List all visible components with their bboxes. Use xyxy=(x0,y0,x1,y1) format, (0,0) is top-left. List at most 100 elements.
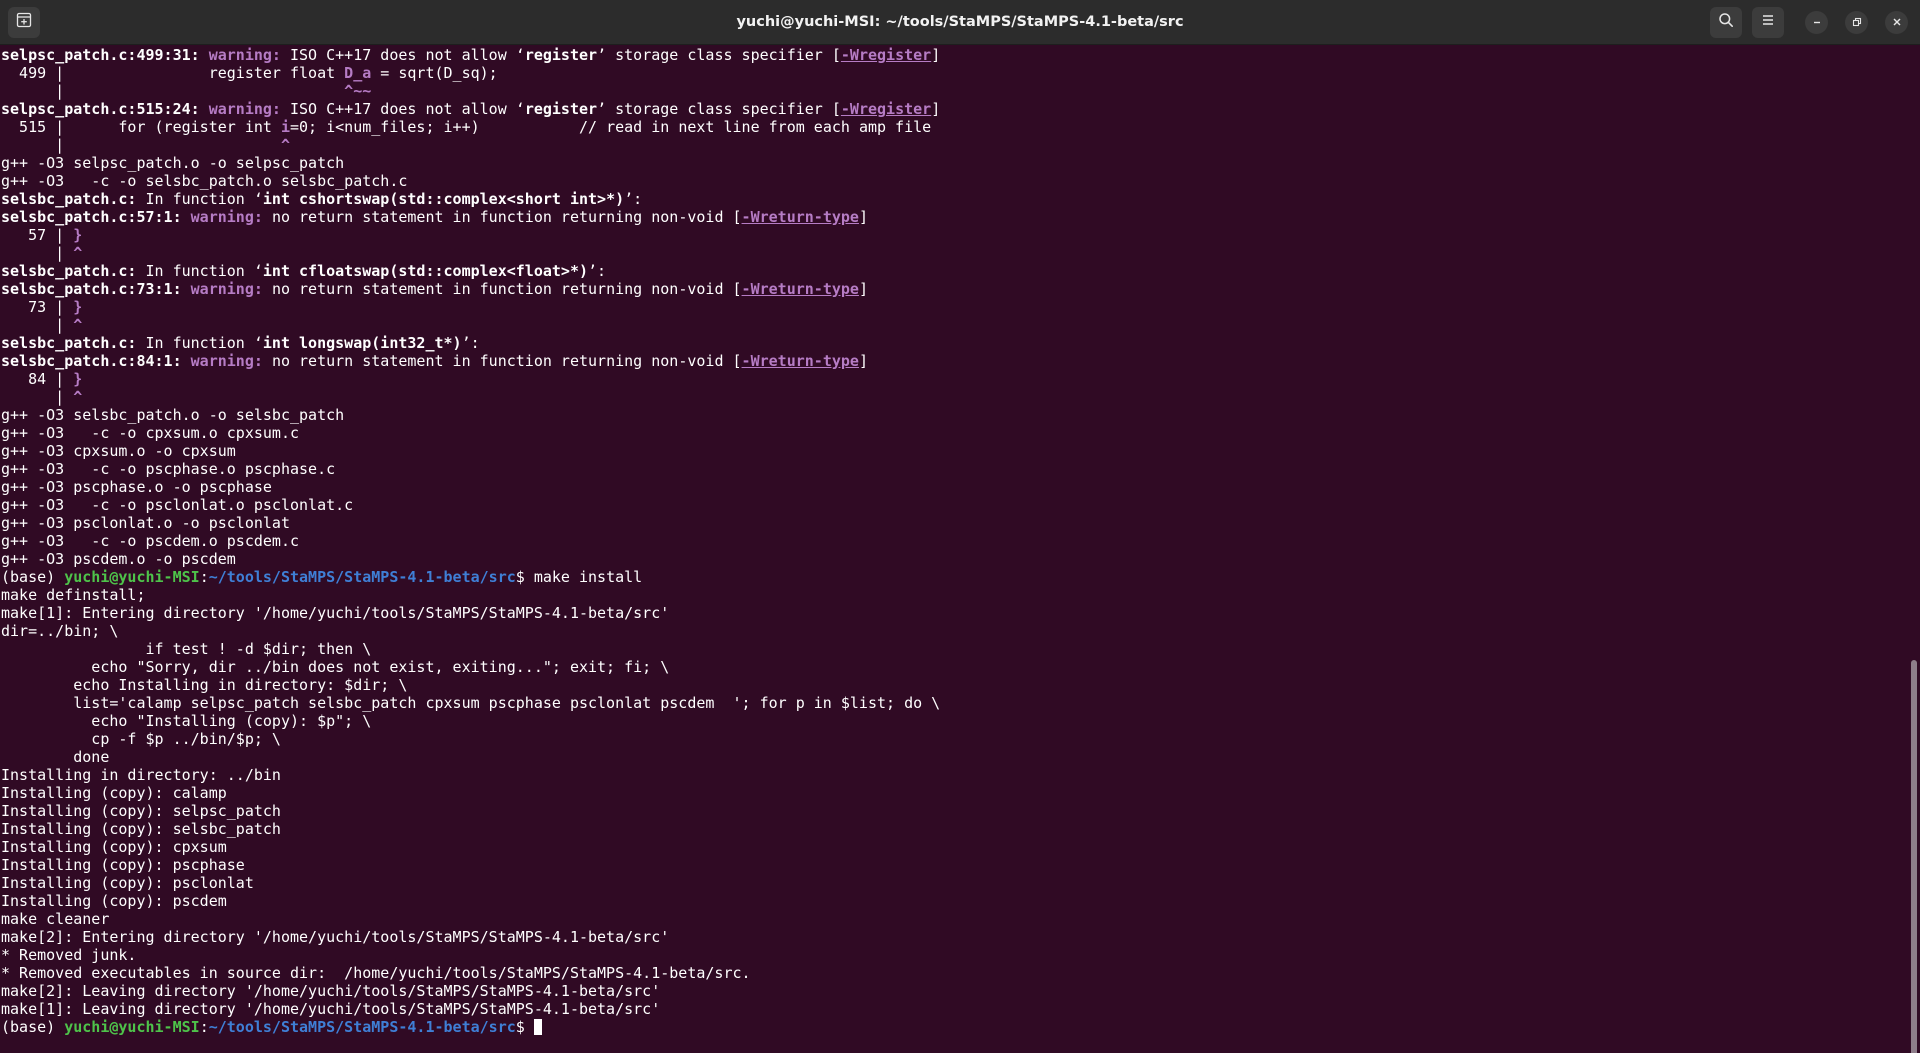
terminal-line: make definstall; xyxy=(1,586,146,604)
terminal-text-segment: 499 | register float xyxy=(1,64,345,82)
terminal-line: selsbc_patch.c:84:1: warning: no return … xyxy=(1,352,868,370)
terminal-line: Installing (copy): pscdem xyxy=(1,892,227,910)
terminal-text-segment: ’: xyxy=(624,190,643,208)
new-tab-button[interactable] xyxy=(8,7,40,38)
close-button[interactable] xyxy=(1885,11,1908,34)
terminal-text-segment: int cfloatswap(std::complex<float>*) xyxy=(262,262,589,280)
terminal-text-segment: =0; i<num_files; i++) // read in next li… xyxy=(290,118,932,136)
terminal-text-segment: $ make install xyxy=(515,568,643,586)
terminal-text-segment: g++ -O3 -c -o cpxsum.o cpxsum.c xyxy=(1,424,300,442)
terminal-text-segment: g++ -O3 -c -o selsbc_patch.o selsbc_patc… xyxy=(1,172,408,190)
close-icon xyxy=(1892,14,1902,32)
terminal-line: 57 | } xyxy=(1,226,82,244)
terminal-line: Installing (copy): cpxsum xyxy=(1,838,227,856)
terminal-line: selsbc_patch.c: In function ‘int cshorts… xyxy=(1,190,642,208)
terminal-text-segment: $ xyxy=(515,1018,534,1036)
terminal-line: make cleaner xyxy=(1,910,109,928)
terminal-text-segment: g++ -O3 -c -o pscdem.o pscdem.c xyxy=(1,532,300,550)
terminal-text-segment: selsbc_patch.c:57:1: xyxy=(1,208,191,226)
terminal-text-segment: : xyxy=(199,1018,209,1036)
scrollbar-thumb[interactable] xyxy=(1911,660,1917,1053)
terminal-text-segment: ^ xyxy=(73,316,83,334)
terminal-line: 84 | } xyxy=(1,370,82,388)
terminal-text-segment: ISO C++17 does not allow ‘ xyxy=(290,100,525,118)
terminal-text-segment: Installing (copy): pscphase xyxy=(1,856,245,874)
terminal-text-segment: selsbc_patch.c: xyxy=(1,334,137,352)
minimize-icon xyxy=(1812,14,1822,32)
terminal-line: Installing (copy): psclonlat xyxy=(1,874,254,892)
terminal-text-segment: int longswap(int32_t*) xyxy=(262,334,462,352)
terminal-text-segment: yuchi@yuchi-MSI xyxy=(64,1018,200,1036)
terminal-line: echo Installing in directory: $dir; \ xyxy=(1,676,407,694)
maximize-button[interactable] xyxy=(1845,11,1868,34)
terminal-text-segment: : xyxy=(199,568,209,586)
terminal-text-segment: ’ storage class specifier [ xyxy=(597,100,841,118)
terminal-text-segment: g++ -O3 psclonlat.o -o psclonlat xyxy=(1,514,290,532)
terminal-line: | ^ xyxy=(1,388,82,406)
terminal-text-segment: cp -f $p ../bin/$p; \ xyxy=(1,730,281,748)
terminal-text-segment: warning: xyxy=(190,352,272,370)
terminal-line: | ^~~ xyxy=(1,82,371,100)
search-icon xyxy=(1718,12,1734,33)
terminal-text-segment: Installing (copy): psclonlat xyxy=(1,874,254,892)
terminal-line: g++ -O3 psclonlat.o -o psclonlat xyxy=(1,514,290,532)
terminal-text-segment: (base) xyxy=(1,1018,65,1036)
terminal-line: selpsc_patch.c:515:24: warning: ISO C++1… xyxy=(1,100,940,118)
terminal-text-segment: ’: xyxy=(461,334,480,352)
terminal-text-segment: In function ‘ xyxy=(136,334,263,352)
terminal-line: | ^ xyxy=(1,136,290,154)
scrollbar[interactable] xyxy=(1908,46,1920,1053)
terminal-line: selpsc_patch.c:499:31: warning: ISO C++1… xyxy=(1,46,940,64)
terminal-text-segment: list='calamp selpsc_patch selsbc_patch c… xyxy=(1,694,941,712)
terminal-text-segment: | xyxy=(1,388,74,406)
terminal-line: | ^ xyxy=(1,316,82,334)
terminal-text-segment: ’ storage class specifier [ xyxy=(597,46,841,64)
terminal-text-segment: (base) xyxy=(1,568,65,586)
terminal-text-segment: Installing (copy): pscdem xyxy=(1,892,227,910)
terminal-text-segment: ISO C++17 does not allow ‘ xyxy=(290,46,525,64)
menu-button[interactable] xyxy=(1752,7,1784,38)
terminal-line: Installing (copy): pscphase xyxy=(1,856,245,874)
terminal-text-segment: | xyxy=(1,316,74,334)
terminal-line: dir=../bin; \ xyxy=(1,622,118,640)
terminal-output[interactable]: selpsc_patch.c:499:31: warning: ISO C++1… xyxy=(0,46,1908,1053)
terminal-text-segment: | xyxy=(1,136,281,154)
terminal-text-segment: ] xyxy=(931,46,941,64)
terminal-text-segment: echo "Installing (copy): $p"; \ xyxy=(1,712,372,730)
terminal-text-segment: g++ -O3 cpxsum.o -o cpxsum xyxy=(1,442,236,460)
terminal-text-segment: ] xyxy=(858,280,868,298)
terminal-text-segment: selpsc_patch.c:499:31: xyxy=(1,46,209,64)
terminal-text-segment: no return statement in function returnin… xyxy=(271,352,742,370)
terminal-text-segment: register xyxy=(524,100,598,118)
terminal-text-segment: selsbc_patch.c: xyxy=(1,190,137,208)
terminal-text-segment: -Wregister xyxy=(840,46,932,64)
terminal-text-segment: register xyxy=(524,46,598,64)
terminal-window: yuchi@yuchi-MSI: ~/tools/StaMPS/StaMPS-4… xyxy=(0,0,1920,1053)
search-button[interactable] xyxy=(1710,7,1742,38)
terminal-text-segment: } xyxy=(73,298,83,316)
window-title: yuchi@yuchi-MSI: ~/tools/StaMPS/StaMPS-4… xyxy=(736,14,1184,30)
terminal-text-segment: 515 | for (register int xyxy=(1,118,281,136)
terminal-text-segment: ] xyxy=(931,100,941,118)
terminal-text-segment: -Wreturn-type xyxy=(741,208,859,226)
terminal-line: * Removed junk. xyxy=(1,946,136,964)
terminal-line: (base) yuchi@yuchi-MSI:~/tools/StaMPS/St… xyxy=(1,568,642,586)
terminal-text-segment: warning: xyxy=(190,208,272,226)
terminal-text-segment: Installing (copy): calamp xyxy=(1,784,227,802)
terminal-line: (base) yuchi@yuchi-MSI:~/tools/StaMPS/St… xyxy=(1,1018,542,1036)
terminal-text-segment: -Wreturn-type xyxy=(741,352,859,370)
terminal-text-segment: make definstall; xyxy=(1,586,146,604)
terminal-text-segment: int cshortswap(std::complex<short int>*) xyxy=(262,190,625,208)
terminal-text-segment: g++ -O3 pscdem.o -o pscdem xyxy=(1,550,236,568)
terminal-line: selsbc_patch.c:73:1: warning: no return … xyxy=(1,280,868,298)
terminal-text-segment: 73 | xyxy=(1,298,74,316)
terminal-text-segment: i xyxy=(280,118,290,136)
terminal-text-segment: In function ‘ xyxy=(136,262,263,280)
terminal-text-segment: ^~~ xyxy=(344,82,372,100)
terminal-text-segment: make cleaner xyxy=(1,910,110,928)
minimize-button[interactable] xyxy=(1805,11,1828,34)
terminal-line: g++ -O3 -c -o pscphase.o pscphase.c xyxy=(1,460,335,478)
terminal-text-segment: selpsc_patch.c:515:24: xyxy=(1,100,209,118)
terminal-line: g++ -O3 selpsc_patch.o -o selpsc_patch xyxy=(1,154,344,172)
terminal-line: * Removed executables in source dir: /ho… xyxy=(1,964,751,982)
